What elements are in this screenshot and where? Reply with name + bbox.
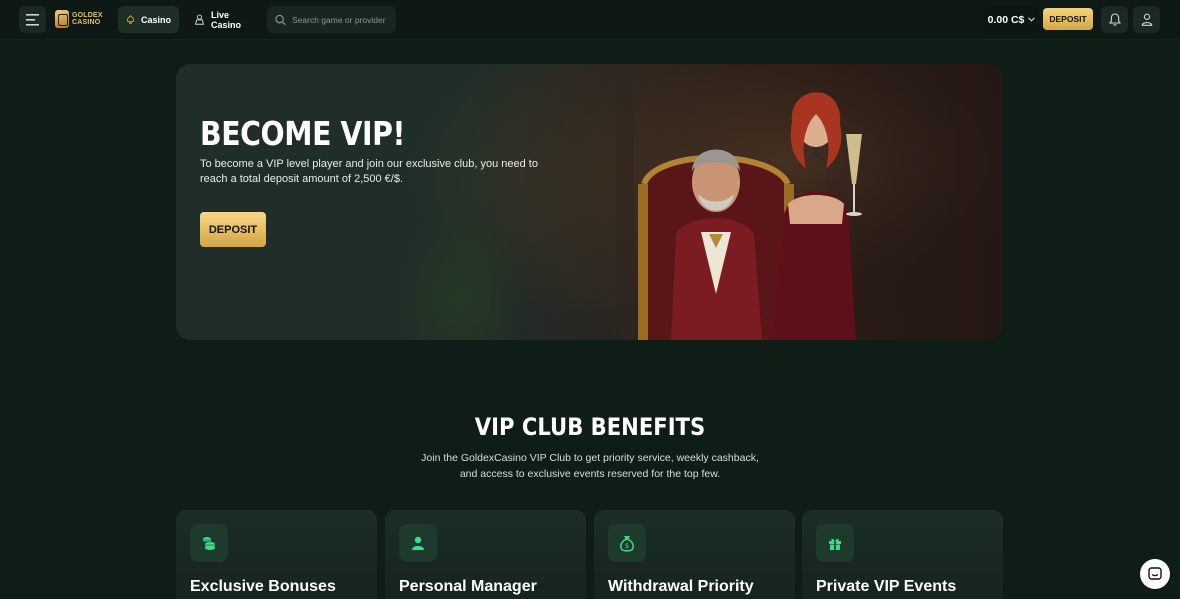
menu-icon	[25, 13, 39, 26]
search-input[interactable]	[292, 14, 388, 25]
search-box[interactable]	[267, 6, 396, 33]
logo[interactable]: GOLDEX CASINO	[55, 9, 103, 29]
dealer-icon	[194, 14, 205, 25]
benefit-card-personal-manager[interactable]: Personal Manager	[385, 510, 586, 599]
benefit-card-exclusive-bonuses[interactable]: Exclusive Bonuses	[176, 510, 377, 599]
menu-button[interactable]	[19, 6, 46, 33]
spade-icon	[126, 15, 135, 24]
coins-icon	[203, 537, 215, 550]
benefit-card-withdrawal-priority[interactable]: $ Withdrawal Priority	[594, 510, 795, 599]
tab-live-casino[interactable]: Live Casino	[186, 6, 262, 33]
hero-description: To become a VIP level player and join ou…	[200, 158, 538, 185]
tab-casino-label: Casino	[140, 14, 171, 25]
money-bag-icon: $	[620, 535, 634, 552]
search-icon	[275, 14, 286, 25]
bell-icon	[1108, 13, 1121, 26]
benefits-description: Join the GoldexCasino VIP Club to get pr…	[421, 452, 759, 480]
plant-decoration	[396, 204, 526, 340]
gift-icon	[829, 538, 841, 550]
chevron-down-icon	[1028, 17, 1036, 22]
logo-mark-icon	[55, 10, 69, 28]
hero-deposit-button[interactable]: DEPOSIT	[200, 212, 266, 247]
balance-dropdown[interactable]: 0.00 C$	[984, 6, 1039, 33]
vip-hero-banner: BECOME VIP! To become a VIP level player…	[176, 64, 1003, 340]
tab-casino[interactable]: Casino	[118, 6, 179, 33]
logo-text-line2: CASINO	[72, 19, 101, 26]
header-deposit-button[interactable]: DEPOSIT	[1043, 8, 1093, 30]
user-icon	[1141, 13, 1152, 26]
benefit-title: Private VIP Events	[816, 578, 957, 595]
notifications-button[interactable]	[1101, 6, 1128, 33]
benefit-card-private-vip-events[interactable]: Private VIP Events	[802, 510, 1003, 599]
balance-amount: 0.00 C$	[987, 13, 1025, 26]
logo-text-line1: GOLDEX	[72, 12, 103, 19]
benefit-title: Exclusive Bonuses	[190, 578, 336, 595]
profile-button[interactable]	[1133, 6, 1160, 33]
chat-icon	[1148, 567, 1162, 580]
hero-title: BECOME VIP!	[200, 114, 406, 153]
top-header: GOLDEX CASINO Casino Live Casino 0.00 C$…	[0, 0, 1180, 40]
vip-couple-illustration	[526, 64, 1003, 340]
benefit-title: Personal Manager	[399, 578, 537, 595]
live-chat-button[interactable]	[1140, 559, 1170, 589]
benefit-title: Withdrawal Priority	[608, 578, 754, 595]
svg-text:$: $	[625, 542, 629, 550]
benefits-title: VIP CLUB BENEFITS	[474, 413, 706, 441]
tab-live-casino-label: Live Casino	[211, 9, 242, 30]
manager-icon	[412, 536, 424, 550]
